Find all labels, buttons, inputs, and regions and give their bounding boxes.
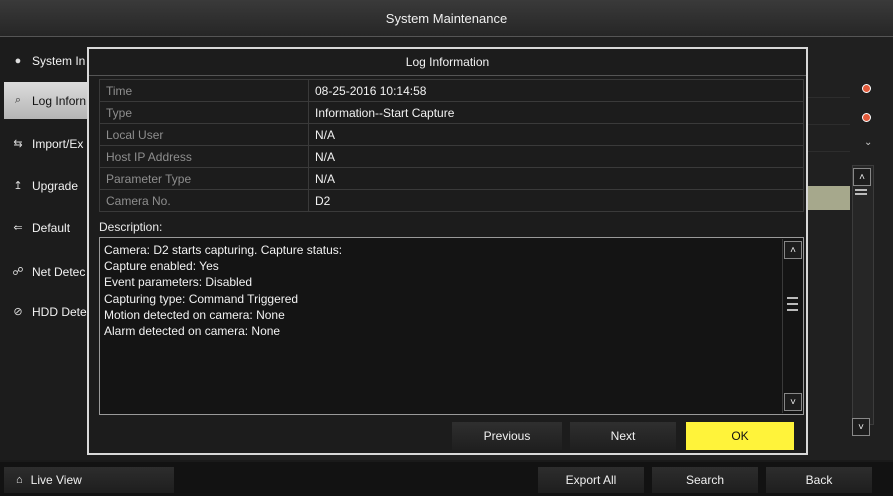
table-row: Host IP Address N/A bbox=[99, 145, 804, 168]
field-value: D2 bbox=[308, 189, 804, 212]
export-all-button[interactable]: Export All bbox=[538, 467, 644, 493]
status-dot-icon bbox=[862, 84, 871, 93]
scroll-down-icon[interactable]: ˅ bbox=[852, 418, 870, 436]
upgrade-icon: ↥ bbox=[13, 180, 23, 192]
sidebar-item-label: Import/Ex bbox=[32, 136, 84, 151]
sidebar-item-label: Default bbox=[32, 220, 71, 235]
field-label: Camera No. bbox=[99, 189, 309, 212]
selected-list-row[interactable] bbox=[808, 186, 850, 210]
next-button[interactable]: Next bbox=[570, 422, 676, 450]
table-row: Type Information--Start Capture bbox=[99, 101, 804, 124]
list-item[interactable] bbox=[808, 103, 850, 125]
field-value: Information--Start Capture bbox=[308, 101, 804, 124]
ok-label: OK bbox=[731, 429, 749, 443]
description-textbox[interactable]: Camera: D2 starts capturing. Capture sta… bbox=[99, 237, 804, 415]
description-text: Camera: D2 starts capturing. Capture sta… bbox=[104, 242, 342, 339]
chevron-down-icon[interactable]: ⌄ bbox=[864, 137, 872, 148]
list-item[interactable] bbox=[808, 130, 850, 152]
table-row: Time 08-25-2016 10:14:58 bbox=[99, 79, 804, 102]
net-detect-icon: ☍ bbox=[12, 266, 24, 278]
bottom-bar: ⌂ Live View Export All Search Back bbox=[0, 462, 893, 496]
search-button[interactable]: Search bbox=[652, 467, 758, 493]
description-label: Description: bbox=[99, 220, 163, 234]
field-value: N/A bbox=[308, 167, 804, 190]
export-all-label: Export All bbox=[565, 473, 617, 487]
status-dot-icon bbox=[862, 113, 871, 122]
scroll-down-icon[interactable]: ˅ bbox=[784, 393, 802, 411]
list-item[interactable] bbox=[808, 76, 850, 98]
live-view-button[interactable]: ⌂ Live View bbox=[4, 467, 174, 493]
description-line: Capturing type: Command Triggered bbox=[104, 291, 299, 306]
sidebar-item-label: Upgrade bbox=[32, 178, 79, 193]
sidebar-item-label: HDD Dete bbox=[32, 304, 87, 319]
description-scrollbar[interactable]: ˄ ˅ bbox=[782, 239, 802, 413]
sidebar-item-label: Log Inforn bbox=[32, 93, 87, 108]
description-line: Camera: D2 starts capturing. Capture sta… bbox=[104, 243, 343, 257]
log-information-dialog: Log Information Time 08-25-2016 10:14:58… bbox=[87, 47, 808, 455]
field-label: Parameter Type bbox=[99, 167, 309, 190]
hdd-detect-icon: ⊘ bbox=[13, 306, 23, 318]
import-export-icon: ⇆ bbox=[13, 138, 23, 150]
field-label: Type bbox=[99, 101, 309, 124]
search-label: Search bbox=[685, 473, 725, 487]
previous-button[interactable]: Previous bbox=[452, 422, 562, 450]
sidebar-item-label: System In bbox=[32, 53, 86, 68]
log-detail-table: Time 08-25-2016 10:14:58 Type Informatio… bbox=[99, 79, 804, 212]
back-label: Back bbox=[805, 473, 833, 487]
window-title: System Maintenance bbox=[385, 10, 508, 26]
table-row: Parameter Type N/A bbox=[99, 167, 804, 190]
field-label: Time bbox=[99, 79, 309, 102]
description-line: Motion detected on camera: None bbox=[104, 307, 285, 322]
scroll-thumb-icon[interactable] bbox=[855, 189, 867, 191]
info-icon: ● bbox=[14, 54, 22, 67]
log-search-icon: ⌕ bbox=[14, 94, 22, 106]
scroll-thumb-icon[interactable] bbox=[787, 297, 798, 299]
table-row: Local User N/A bbox=[99, 123, 804, 146]
ok-button[interactable]: OK bbox=[686, 422, 794, 450]
scroll-up-icon[interactable]: ˄ bbox=[853, 168, 871, 186]
back-button[interactable]: Back bbox=[766, 467, 872, 493]
previous-label: Previous bbox=[483, 429, 531, 443]
description-line: Capture enabled: Yes bbox=[104, 259, 219, 274]
description-line: Event parameters: Disabled bbox=[104, 275, 253, 290]
field-value: N/A bbox=[308, 123, 804, 146]
scroll-up-icon[interactable]: ˄ bbox=[784, 241, 802, 259]
field-value: 08-25-2016 10:14:58 bbox=[308, 79, 804, 102]
default-icon: ⇐ bbox=[13, 222, 23, 234]
live-view-label: Live View bbox=[30, 473, 82, 487]
description-line: Alarm detected on camera: None bbox=[104, 324, 281, 339]
table-row: Camera No. D2 bbox=[99, 189, 804, 212]
window-title-bar: System Maintenance bbox=[0, 0, 893, 37]
field-label: Local User bbox=[99, 123, 309, 146]
sidebar-item-label: Net Detec bbox=[32, 264, 86, 279]
list-scrollbar[interactable] bbox=[852, 165, 874, 425]
home-icon: ⌂ bbox=[16, 474, 23, 486]
dialog-title: Log Information bbox=[89, 49, 806, 76]
field-value: N/A bbox=[308, 145, 804, 168]
next-label: Next bbox=[610, 429, 636, 443]
field-label: Host IP Address bbox=[99, 145, 309, 168]
